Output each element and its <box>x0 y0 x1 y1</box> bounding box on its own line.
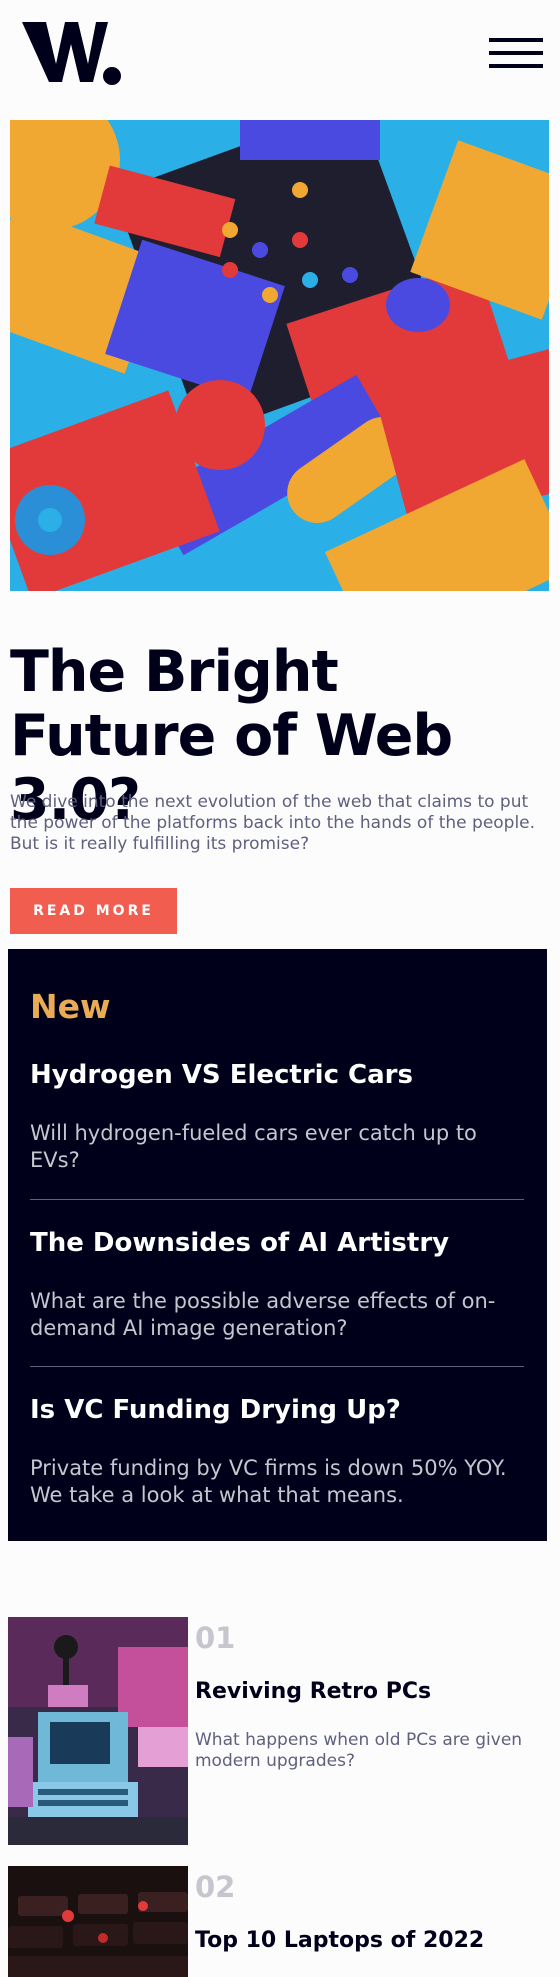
new-item-description: Will hydrogen-fueled cars ever catch up … <box>30 1121 477 1172</box>
laptops-thumbnail[interactable] <box>8 1866 188 1977</box>
menu-bar <box>489 51 543 55</box>
new-item-description: Private funding by VC firms is down 50% … <box>30 1456 507 1507</box>
hero-description: We dive into the next evolution of the w… <box>10 792 536 854</box>
new-item-title[interactable]: The Downsides of AI Artistry <box>30 1228 530 1258</box>
new-articles-panel: New Hydrogen VS Electric Cars Will hydro… <box>8 949 547 1541</box>
site-header <box>0 0 560 118</box>
new-item-title[interactable]: Hydrogen VS Electric Cars <box>30 1060 530 1090</box>
new-heading: New <box>30 987 111 1026</box>
menu-bar <box>489 64 543 68</box>
divider <box>30 1199 524 1200</box>
list-item-title[interactable]: Top 10 Laptops of 2022 <box>195 1928 545 1953</box>
w-logo[interactable] <box>22 20 122 86</box>
list-item-number: 01 <box>195 1621 236 1655</box>
hamburger-menu-icon[interactable] <box>489 38 543 70</box>
menu-bar <box>489 38 543 42</box>
list-item-number: 02 <box>195 1870 236 1904</box>
new-item-title[interactable]: Is VC Funding Drying Up? <box>30 1395 530 1425</box>
read-more-button[interactable]: READ MORE <box>10 888 177 934</box>
list-item-title[interactable]: Reviving Retro PCs <box>195 1679 545 1704</box>
retro-pc-thumbnail[interactable] <box>8 1617 188 1845</box>
divider <box>30 1366 524 1367</box>
list-item-description: What happens when old PCs are given mode… <box>195 1730 523 1771</box>
hero-image <box>10 120 549 591</box>
new-item-description: What are the possible adverse effects of… <box>30 1289 496 1340</box>
